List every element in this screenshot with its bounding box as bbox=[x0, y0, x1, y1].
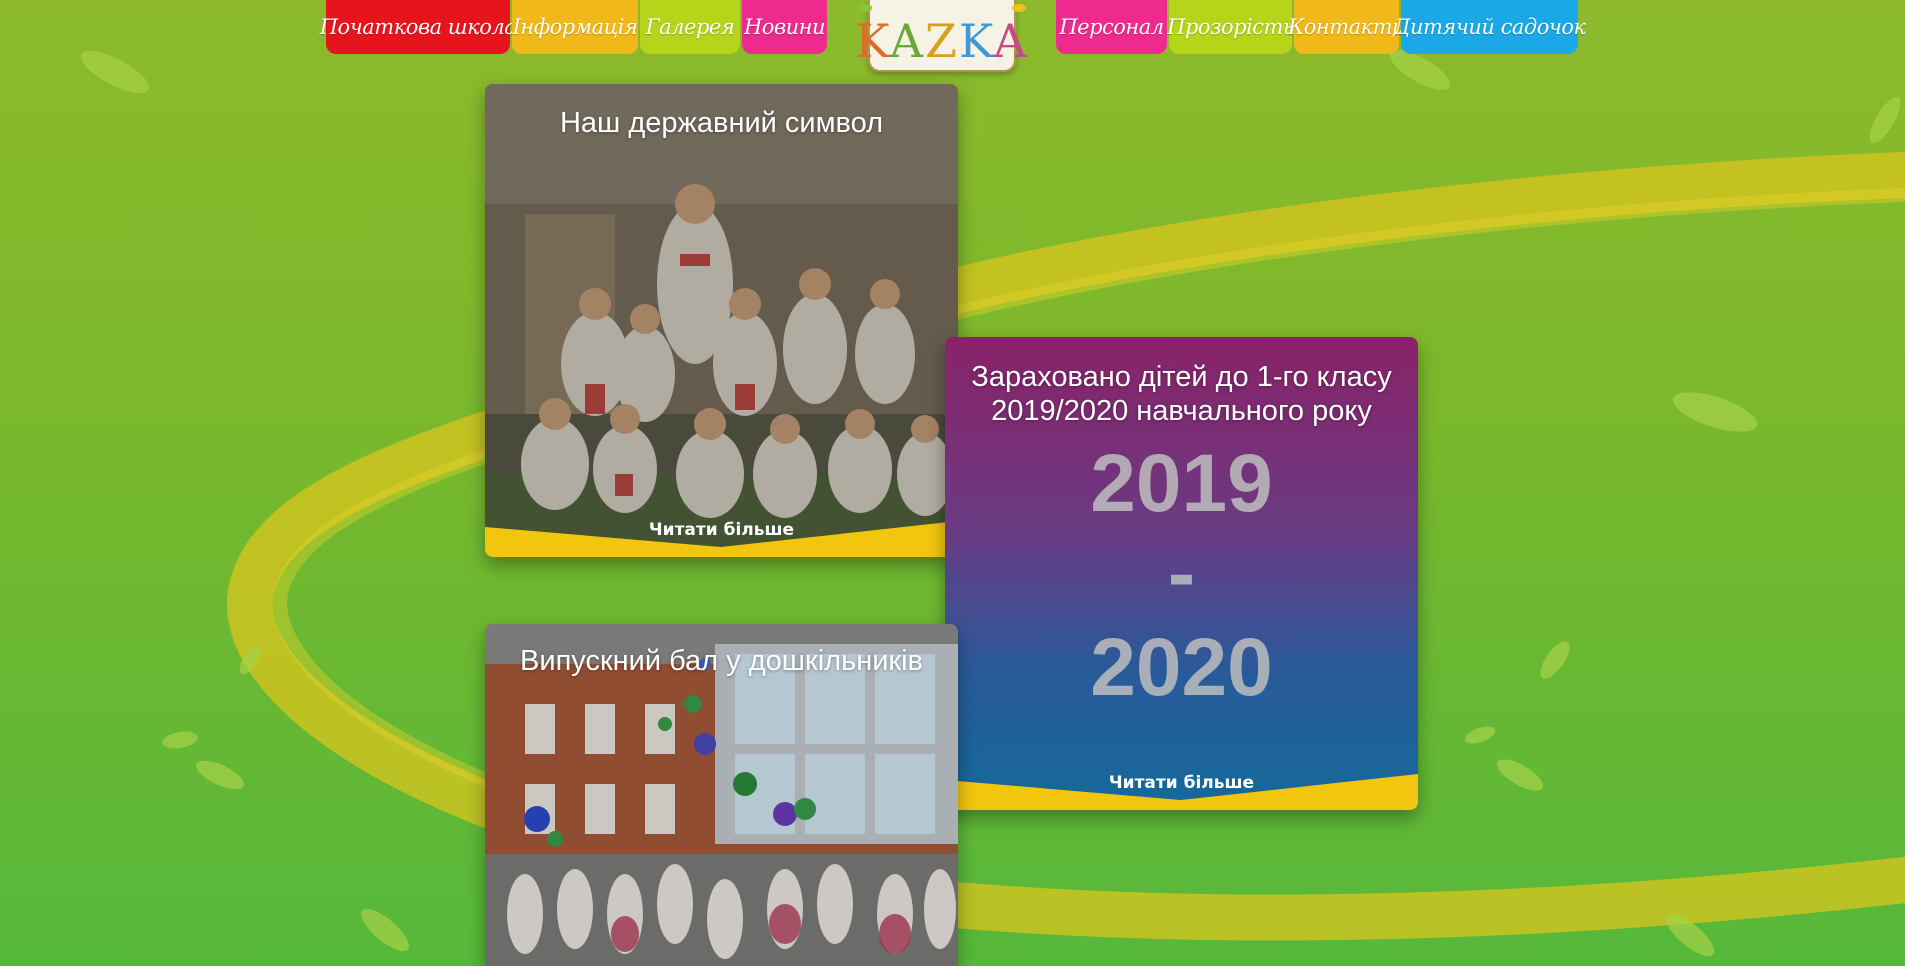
nav-item-contacts[interactable]: Контакти bbox=[1288, 0, 1406, 54]
year-end: 2020 bbox=[1090, 622, 1273, 713]
site-logo[interactable]: KAZKA bbox=[855, 0, 1027, 72]
read-more-link[interactable]: Читати більше bbox=[945, 773, 1418, 793]
news-card-national-symbol[interactable]: Наш державний символ Читати більше bbox=[485, 84, 958, 557]
card-title: Зараховано дітей до 1-го класу 2019/2020… bbox=[971, 361, 1392, 427]
main-navigation: Початкова школа Інформація Галерея Новин… bbox=[0, 0, 1905, 80]
nav-item-transparency[interactable]: Прозорість bbox=[1167, 0, 1294, 54]
leaf-icon bbox=[1012, 4, 1026, 12]
card-photo-class-group bbox=[485, 84, 958, 557]
nav-item-gallery[interactable]: Галерея bbox=[640, 0, 740, 54]
card-title: Наш державний символ bbox=[559, 107, 884, 139]
leaf-icon bbox=[858, 4, 872, 12]
read-more-link[interactable]: Читати більше bbox=[485, 520, 958, 540]
news-card-enrollment[interactable]: Зараховано дітей до 1-го класу 2019/2020… bbox=[945, 337, 1418, 810]
year-separator: - bbox=[1167, 528, 1196, 619]
nav-item-news[interactable]: Новини bbox=[742, 0, 827, 54]
logo-text: KAZKA bbox=[855, 14, 1029, 68]
year-start: 2019 bbox=[1090, 438, 1273, 529]
news-card-graduation[interactable]: Випускний бал у дошкільників bbox=[485, 624, 958, 966]
card-title: Випускний бал у дошкільників bbox=[520, 645, 923, 677]
nav-item-information[interactable]: Інформація bbox=[512, 0, 638, 54]
nav-item-kindergarten[interactable]: Дитячий садочок bbox=[1393, 0, 1586, 54]
nav-item-primary-school[interactable]: Початкова школа bbox=[320, 0, 517, 54]
nav-item-staff[interactable]: Персонал bbox=[1056, 0, 1167, 54]
